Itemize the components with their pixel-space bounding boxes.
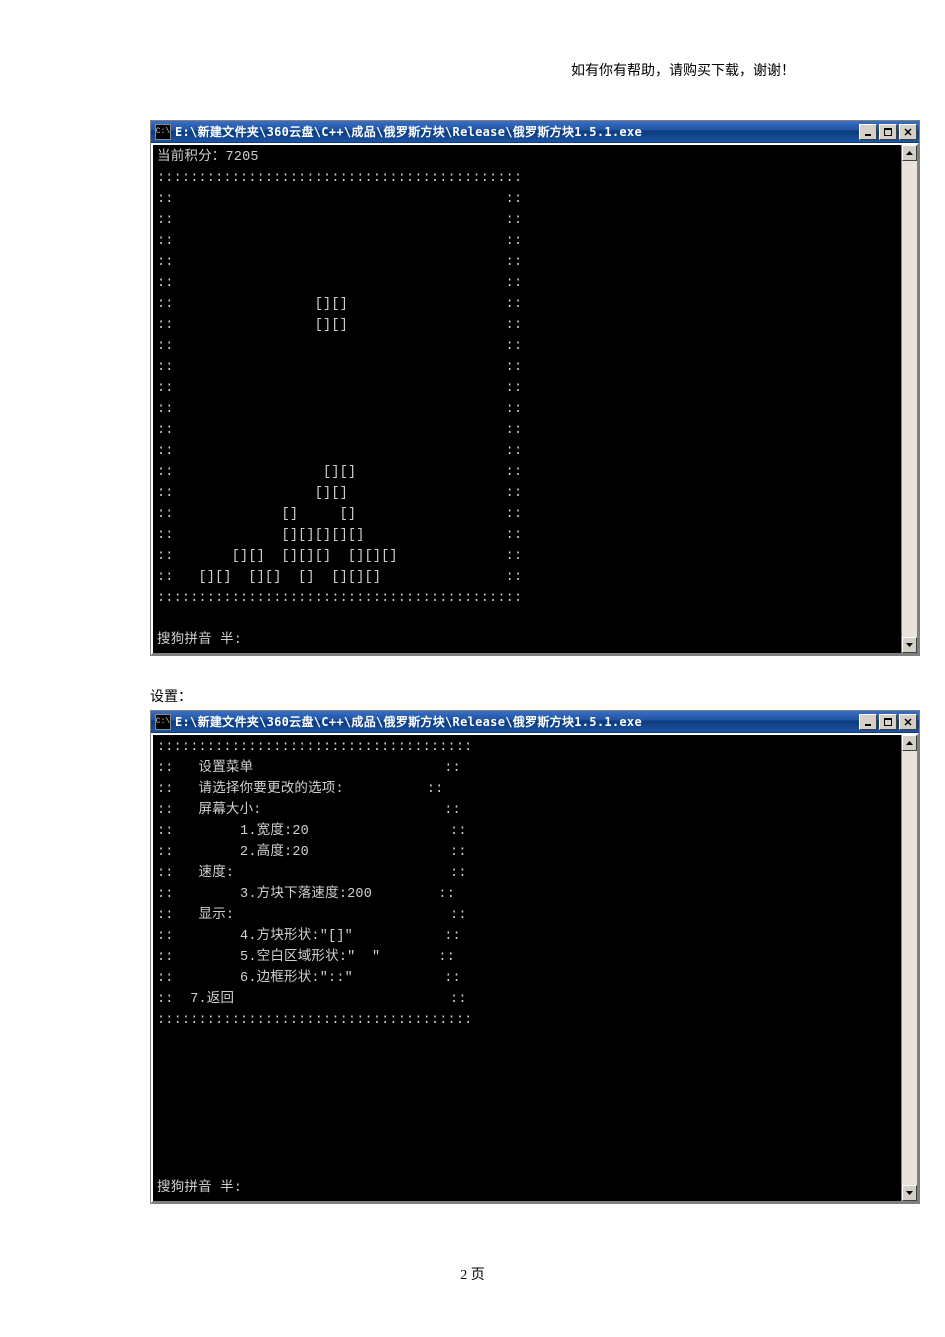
titlebar[interactable]: C:\ E:\新建文件夹\360云盘\C++\成品\俄罗斯方块\Release\…	[151, 121, 919, 143]
chevron-down-icon	[906, 1191, 913, 1195]
console-client-area: 当前积分：7205 ::::::::::::::::::::::::::::::…	[151, 143, 919, 655]
scroll-track[interactable]	[902, 161, 917, 637]
titlebar-buttons	[859, 714, 917, 730]
console-icon: C:\	[155, 714, 171, 730]
maximize-icon	[884, 128, 892, 136]
vertical-scrollbar[interactable]	[901, 145, 917, 653]
scroll-up-button[interactable]	[902, 145, 917, 161]
console-window-settings: C:\ E:\新建文件夹\360云盘\C++\成品\俄罗斯方块\Release\…	[150, 710, 920, 1204]
minimize-icon	[864, 718, 872, 726]
console-icon: C:\	[155, 124, 171, 140]
chevron-up-icon	[906, 151, 913, 155]
close-button[interactable]	[899, 714, 917, 730]
maximize-icon	[884, 718, 892, 726]
minimize-button[interactable]	[859, 124, 877, 140]
close-icon	[904, 718, 912, 726]
scroll-up-button[interactable]	[902, 735, 917, 751]
scroll-down-button[interactable]	[902, 637, 917, 653]
maximize-button[interactable]	[879, 124, 897, 140]
titlebar-buttons	[859, 124, 917, 140]
titlebar-text: E:\新建文件夹\360云盘\C++\成品\俄罗斯方块\Release\俄罗斯方…	[175, 713, 859, 730]
titlebar-text: E:\新建文件夹\360云盘\C++\成品\俄罗斯方块\Release\俄罗斯方…	[175, 123, 859, 140]
scroll-track[interactable]	[902, 751, 917, 1185]
page-header-text: 如有你有帮助，请购买下载，谢谢！	[0, 60, 945, 80]
scroll-down-button[interactable]	[902, 1185, 917, 1201]
console-client-area: :::::::::::::::::::::::::::::::::::::: :…	[151, 733, 919, 1203]
maximize-button[interactable]	[879, 714, 897, 730]
minimize-button[interactable]	[859, 714, 877, 730]
close-button[interactable]	[899, 124, 917, 140]
vertical-scrollbar[interactable]	[901, 735, 917, 1201]
close-icon	[904, 128, 912, 136]
chevron-up-icon	[906, 741, 913, 745]
console-output-game: 当前积分：7205 ::::::::::::::::::::::::::::::…	[153, 145, 901, 653]
console-output-settings: :::::::::::::::::::::::::::::::::::::: :…	[153, 735, 901, 1201]
console-window-game: C:\ E:\新建文件夹\360云盘\C++\成品\俄罗斯方块\Release\…	[150, 120, 920, 656]
chevron-down-icon	[906, 643, 913, 647]
minimize-icon	[864, 128, 872, 136]
titlebar[interactable]: C:\ E:\新建文件夹\360云盘\C++\成品\俄罗斯方块\Release\…	[151, 711, 919, 733]
section-label-settings: 设置：	[150, 686, 945, 706]
page-number: 2 页	[0, 1264, 945, 1284]
